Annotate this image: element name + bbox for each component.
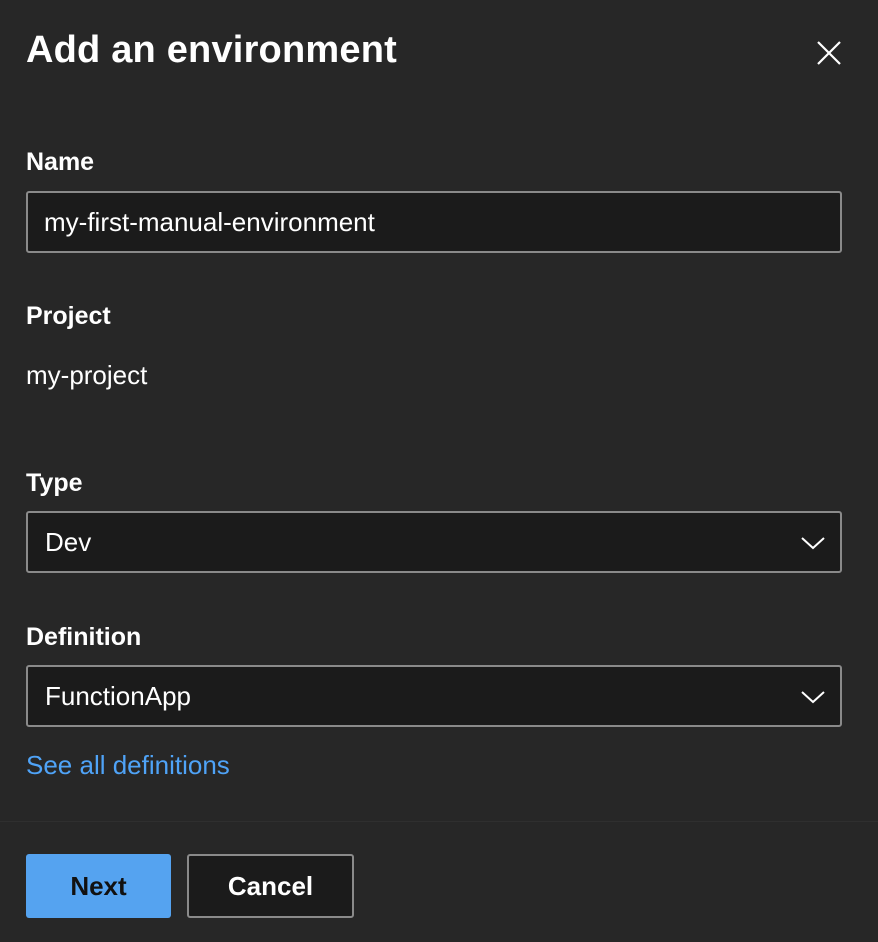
definition-label: Definition bbox=[26, 623, 142, 651]
chevron-down-icon bbox=[801, 537, 825, 550]
type-label: Type bbox=[26, 469, 83, 497]
close-icon bbox=[817, 41, 841, 65]
type-selected-value: Dev bbox=[45, 527, 92, 557]
definition-dropdown[interactable]: FunctionApp bbox=[26, 665, 842, 727]
definition-selected-value: FunctionApp bbox=[45, 681, 191, 711]
next-button[interactable]: Next bbox=[26, 854, 171, 918]
name-input[interactable] bbox=[26, 191, 842, 253]
see-all-definitions-link[interactable]: See all definitions bbox=[26, 748, 230, 782]
add-environment-panel: Add an environment Name Project my-proje… bbox=[0, 0, 878, 942]
dialog-title: Add an environment bbox=[26, 29, 397, 71]
type-dropdown[interactable]: Dev bbox=[26, 511, 842, 573]
close-button[interactable] bbox=[806, 30, 852, 76]
project-value: my-project bbox=[26, 360, 148, 390]
footer-divider bbox=[0, 821, 878, 822]
cancel-button[interactable]: Cancel bbox=[187, 854, 354, 918]
name-label: Name bbox=[26, 148, 95, 176]
chevron-down-icon bbox=[801, 691, 825, 704]
project-label: Project bbox=[26, 302, 111, 330]
